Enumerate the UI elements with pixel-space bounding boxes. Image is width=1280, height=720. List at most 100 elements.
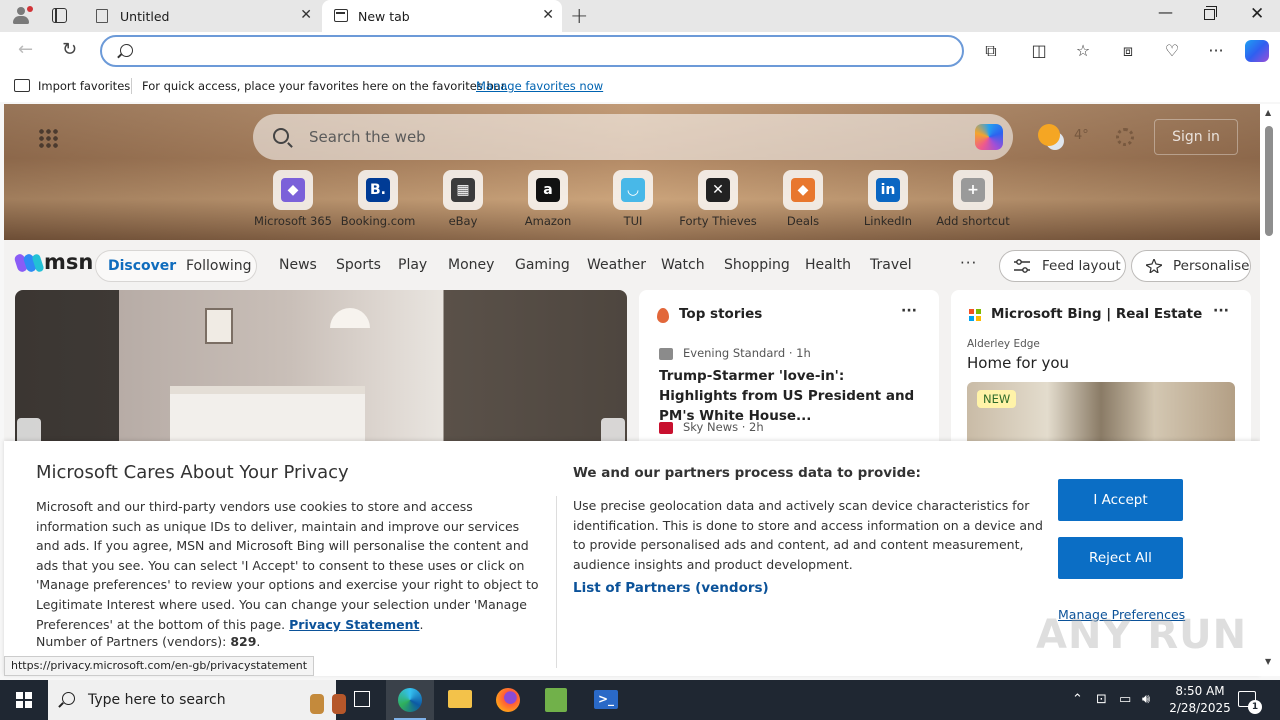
reject-all-button[interactable]: Reject All — [1058, 537, 1183, 579]
personalise-button[interactable]: Personalise — [1131, 250, 1251, 282]
taskbar-firefox[interactable] — [484, 680, 532, 720]
weather-icon[interactable] — [1038, 124, 1060, 146]
extensions-icon[interactable]: ⧉ — [981, 41, 1001, 61]
shortcut-tui[interactable]: ◡ TUI — [588, 170, 678, 228]
shortcut-linkedin[interactable]: in LinkedIn — [843, 170, 933, 228]
powershell-icon: >_ — [594, 690, 618, 709]
minimize-button[interactable]: — — [1158, 3, 1173, 21]
status-bar-url: https://privacy.microsoft.com/en-gb/priv… — [4, 656, 315, 676]
page-icon — [96, 9, 108, 23]
shortcut-ebay[interactable]: ▦ eBay — [418, 170, 508, 228]
microsoft-logo-icon — [969, 309, 981, 321]
fire-icon — [657, 308, 669, 323]
category-news[interactable]: News — [279, 257, 317, 273]
meet-icon[interactable]: ⊡ — [1096, 692, 1107, 707]
featured-carousel[interactable] — [15, 290, 627, 450]
top-stories-heading[interactable]: Top stories — [679, 306, 762, 322]
tab-following[interactable]: Following — [186, 258, 252, 274]
shortcut-microsoft-365[interactable]: ◆ Microsoft 365 — [248, 170, 338, 228]
favorites-bar: Import favorites For quick access, place… — [0, 70, 1280, 102]
taskbar-search[interactable]: Type here to search — [48, 680, 346, 720]
tab-untitled[interactable]: Untitled ✕ — [84, 0, 320, 32]
volume-icon[interactable]: 🔊︎ — [1142, 692, 1150, 707]
taskbar-file-explorer[interactable] — [436, 680, 484, 720]
msn-logo-text[interactable]: msn — [44, 250, 93, 274]
shortcut-forty-thieves[interactable]: ✕ Forty Thieves — [673, 170, 763, 228]
search-placeholder: Search the web — [309, 128, 426, 146]
tab-new-tab[interactable]: New tab ✕ — [322, 0, 562, 32]
more-icon[interactable]: ··· — [1206, 41, 1226, 61]
card-heading[interactable]: Microsoft Bing | Real Estate — [991, 306, 1202, 322]
tab-actions-icon[interactable] — [52, 8, 67, 23]
sign-in-button[interactable]: Sign in — [1154, 119, 1238, 155]
card-title[interactable]: Home for you — [967, 354, 1069, 372]
shortcut-booking-com[interactable]: B. Booking.com — [333, 170, 423, 228]
accept-button[interactable]: I Accept — [1058, 479, 1183, 521]
apps-launcher-icon[interactable] — [38, 128, 58, 148]
category-travel[interactable]: Travel — [870, 257, 912, 273]
shortcut-amazon[interactable]: a Amazon — [503, 170, 593, 228]
taskbar-notepad[interactable] — [532, 680, 580, 720]
close-window-button[interactable]: ✕ — [1250, 4, 1264, 24]
category-money[interactable]: Money — [448, 257, 494, 273]
partners-list-link[interactable]: List of Partners (vendors) — [573, 580, 769, 596]
restore-button[interactable] — [1204, 6, 1217, 20]
new-tab-page-icon — [334, 9, 348, 22]
category-gaming[interactable]: Gaming — [515, 257, 570, 273]
back-button[interactable]: ← — [18, 39, 33, 60]
task-view-icon — [354, 691, 370, 707]
import-favorites-button[interactable]: Import favorites — [38, 79, 130, 93]
copilot-icon[interactable] — [1245, 40, 1269, 62]
page-scrollbar[interactable]: ▲ ▼ — [1260, 104, 1280, 676]
story-source: Evening Standard · 1h — [683, 346, 811, 360]
import-icon — [14, 79, 30, 92]
card-menu-button[interactable]: ··· — [901, 303, 917, 319]
feed-layout-button[interactable]: Feed layout — [999, 250, 1126, 282]
split-screen-icon[interactable]: ◫ — [1029, 41, 1049, 61]
taskbar-edge[interactable] — [386, 680, 434, 720]
photo-detail — [330, 308, 370, 328]
web-search-box[interactable]: Search the web — [253, 114, 1013, 160]
shortcut-icon: ◡ — [621, 178, 645, 202]
settings-icon[interactable] — [1116, 128, 1134, 146]
show-hidden-icons-icon[interactable]: ⌃ — [1072, 692, 1083, 707]
taskbar-powershell[interactable]: >_ — [582, 680, 630, 720]
personalise-label: Personalise — [1173, 258, 1250, 274]
category-sports[interactable]: Sports — [336, 257, 381, 273]
weather-temperature[interactable]: 4° — [1074, 128, 1089, 143]
network-icon[interactable]: ▭ — [1119, 692, 1131, 707]
msn-logo-icon[interactable] — [13, 250, 45, 276]
collections-icon[interactable]: ⧈ — [1118, 41, 1138, 61]
address-bar[interactable] — [100, 35, 964, 67]
performance-icon[interactable]: ♡ — [1162, 41, 1182, 61]
refresh-button[interactable]: ↻ — [62, 39, 77, 60]
task-view-button[interactable] — [338, 680, 386, 720]
category-health[interactable]: Health — [805, 257, 851, 273]
category-watch[interactable]: Watch — [661, 257, 705, 273]
close-tab-icon[interactable]: ✕ — [300, 7, 312, 23]
category-shopping[interactable]: Shopping — [724, 257, 790, 273]
manage-favorites-link[interactable]: Manage favorites now — [476, 79, 603, 93]
profile-icon[interactable] — [10, 6, 33, 26]
clock[interactable]: 8:50 AM 2/28/2025 — [1168, 683, 1232, 717]
card-menu-button[interactable]: ··· — [1213, 303, 1229, 319]
close-tab-icon[interactable]: ✕ — [542, 7, 554, 23]
scroll-up-arrow-icon[interactable]: ▲ — [1265, 108, 1271, 117]
windows-start-icon[interactable] — [16, 692, 32, 708]
story-source: Sky News · 2h — [683, 420, 764, 434]
category-weather[interactable]: Weather — [587, 257, 646, 273]
tab-discover[interactable]: Discover — [108, 258, 176, 274]
shortcut-deals[interactable]: ◆ Deals — [758, 170, 848, 228]
scroll-down-arrow-icon[interactable]: ▼ — [1265, 657, 1271, 666]
privacy-body: Microsoft and our third-party vendors us… — [36, 499, 539, 632]
new-tab-button[interactable]: + — [570, 4, 588, 29]
copilot-icon[interactable] — [975, 124, 1003, 150]
more-categories-button[interactable]: ··· — [960, 254, 977, 272]
story-headline[interactable]: Trump-Starmer 'love-in': Highlights from… — [659, 366, 927, 426]
scroll-thumb[interactable] — [1265, 126, 1273, 236]
shortcut-tile: ▦ — [443, 170, 483, 210]
shortcut-add-shortcut[interactable]: + Add shortcut — [928, 170, 1018, 228]
category-play[interactable]: Play — [398, 257, 427, 273]
favorites-icon[interactable]: ☆ — [1073, 41, 1093, 61]
privacy-statement-link[interactable]: Privacy Statement — [289, 617, 419, 632]
